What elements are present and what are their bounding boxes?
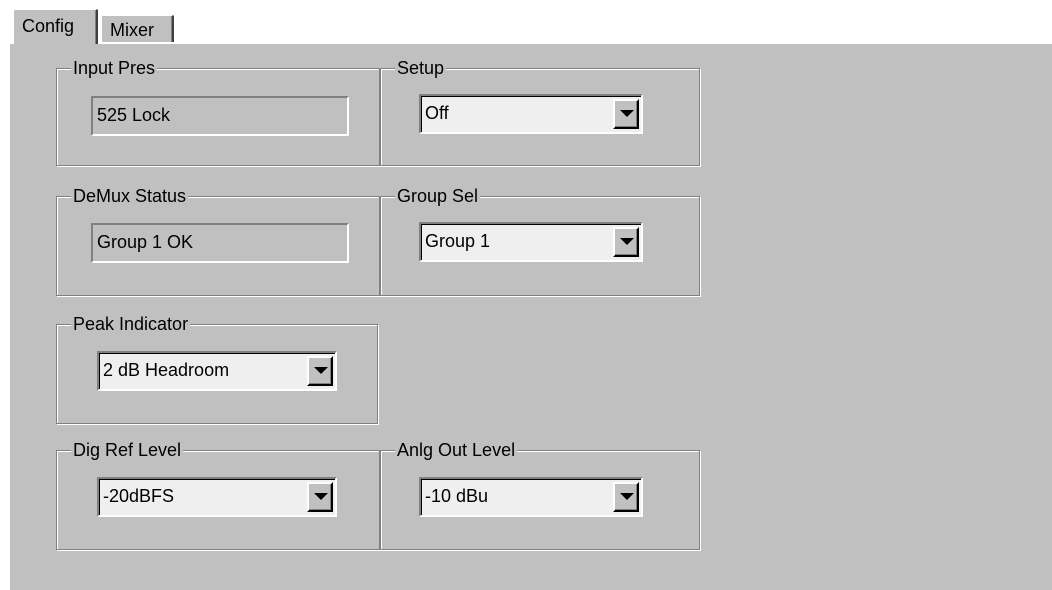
setup-label: Setup [395, 56, 447, 80]
anlg-out-level-dropdown[interactable]: -10 dBu [419, 477, 643, 517]
config-panel: Input Pres 525 Lock Setup Off DeMux Stat… [8, 42, 1052, 590]
anlg-out-level-group: Anlg Out Level -10 dBu [380, 438, 700, 550]
demux-status-label: DeMux Status [71, 184, 189, 208]
chevron-down-icon [314, 493, 328, 500]
chevron-down-icon [314, 367, 328, 374]
input-pres-group: Input Pres 525 Lock [56, 56, 380, 166]
chevron-down-icon [620, 493, 634, 500]
dig-ref-level-label: Dig Ref Level [71, 438, 184, 462]
group-sel-value: Group 1 [425, 231, 491, 251]
chevron-down-icon [620, 110, 634, 117]
tab-mixer[interactable]: Mixer [100, 14, 174, 44]
anlg-out-level-value: -10 dBu [425, 486, 489, 506]
group-sel-dropdown[interactable]: Group 1 [419, 222, 643, 262]
dig-ref-level-dropdown[interactable]: -20dBFS [97, 477, 337, 517]
dig-ref-level-group: Dig Ref Level -20dBFS [56, 438, 380, 550]
dig-ref-level-value: -20dBFS [103, 486, 175, 506]
group-sel-group: Group Sel Group 1 [380, 184, 700, 296]
tab-mixer-label: Mixer [110, 20, 154, 40]
setup-value: Off [425, 103, 449, 123]
anlg-out-level-dropdown-button[interactable] [613, 482, 639, 512]
input-pres-value: 525 Lock [97, 105, 171, 125]
demux-status-group: DeMux Status Group 1 OK [56, 184, 380, 296]
chevron-down-icon [620, 238, 634, 245]
peak-indicator-label: Peak Indicator [71, 312, 191, 336]
setup-dropdown-button[interactable] [613, 99, 639, 129]
peak-indicator-value: 2 dB Headroom [103, 360, 230, 380]
setup-dropdown[interactable]: Off [419, 94, 643, 134]
input-pres-label: Input Pres [71, 56, 158, 80]
input-pres-readout: 525 Lock [91, 96, 349, 136]
tab-config-label: Config [22, 16, 75, 36]
demux-status-readout: Group 1 OK [91, 223, 349, 263]
dig-ref-level-dropdown-button[interactable] [307, 482, 333, 512]
tab-config[interactable]: Config [12, 8, 98, 44]
peak-indicator-dropdown-button[interactable] [307, 356, 333, 386]
setup-group: Setup Off [380, 56, 700, 166]
group-sel-dropdown-button[interactable] [613, 227, 639, 257]
demux-status-value: Group 1 OK [97, 232, 194, 252]
anlg-out-level-label: Anlg Out Level [395, 438, 518, 462]
peak-indicator-dropdown[interactable]: 2 dB Headroom [97, 351, 337, 391]
group-sel-label: Group Sel [395, 184, 481, 208]
peak-indicator-group: Peak Indicator 2 dB Headroom [56, 312, 378, 424]
